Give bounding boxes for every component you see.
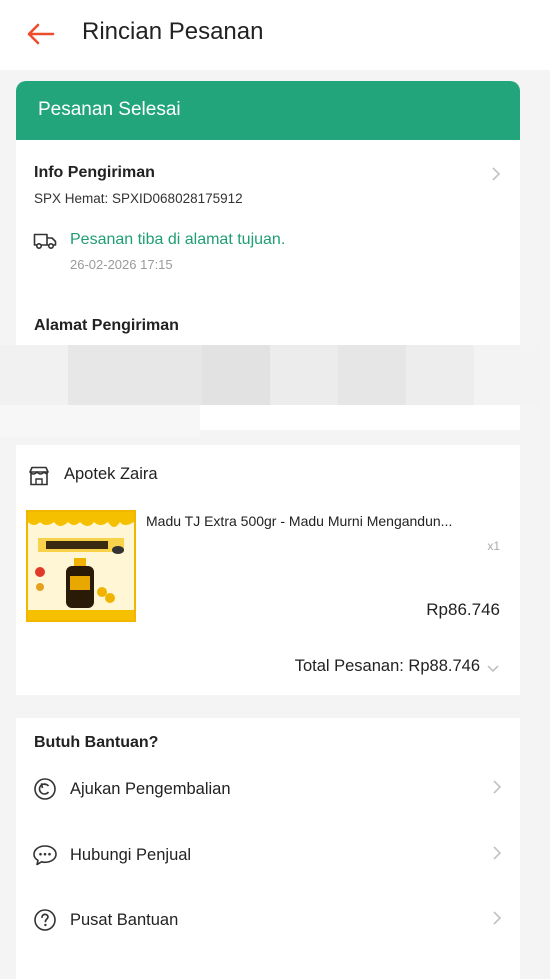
chevron-down-icon [486,661,500,679]
shipping-info-title: Info Pengiriman [34,164,155,181]
redacted-address [0,345,540,405]
chevron-right-icon [492,779,502,800]
header-bar: Rincian Pesanan [0,0,550,70]
order-status-banner: Pesanan Selesai [16,81,520,140]
product-price: Rp86.746 [426,600,500,619]
help-card: Butuh Bantuan? Ajukan Pengembalian Hubun… [16,718,520,979]
shop-link[interactable]: Apotek Zaira [16,453,316,493]
delivery-status-text: Pesanan tiba di alamat tujuan. [70,231,286,248]
contact-seller-button[interactable]: Hubungi Penjual [16,830,520,880]
return-request-button[interactable]: Ajukan Pengembalian [16,764,520,814]
product-title[interactable]: Madu TJ Extra 500gr - Madu Murni Mengand… [146,513,506,529]
shop-name: Apotek Zaira [64,465,158,483]
help-title: Butuh Bantuan? [34,734,159,751]
help-center-label: Pusat Bantuan [70,910,179,929]
back-arrow-icon [27,23,55,45]
product-image[interactable] [26,510,136,622]
shipping-info-link[interactable]: Info Pengiriman SPX Hemat: SPXID06802817… [16,140,520,220]
chat-icon [32,842,58,868]
order-item-card: Apotek Zaira Madu TJ Extra 500gr - Madu … [16,445,520,695]
help-center-button[interactable]: Pusat Bantuan [16,895,520,945]
contact-seller-label: Hubungi Penjual [70,845,192,864]
store-icon [28,466,50,486]
order-total-toggle[interactable]: Total Pesanan: Rp88.746 [220,649,520,685]
order-status-text: Pesanan Selesai [38,99,181,120]
page-title: Rincian Pesanan [82,18,264,45]
tracking-number: SPX Hemat: SPXID068028175912 [34,191,243,206]
redacted-address-line2 [0,405,200,437]
chevron-right-icon [492,845,502,866]
return-request-label: Ajukan Pengembalian [70,779,231,798]
delivery-truck-icon [33,232,57,250]
order-total: Total Pesanan: Rp88.746 [294,657,480,675]
honey-jar-image [28,512,134,620]
return-icon [32,776,58,802]
delivery-timestamp: 26-02-2026 17:15 [70,257,173,272]
back-button[interactable] [22,16,58,52]
chevron-right-icon [492,910,502,931]
address-title: Alamat Pengiriman [34,317,179,334]
chevron-right-icon [488,166,504,182]
help-icon [32,907,58,933]
product-quantity: x1 [487,539,500,553]
